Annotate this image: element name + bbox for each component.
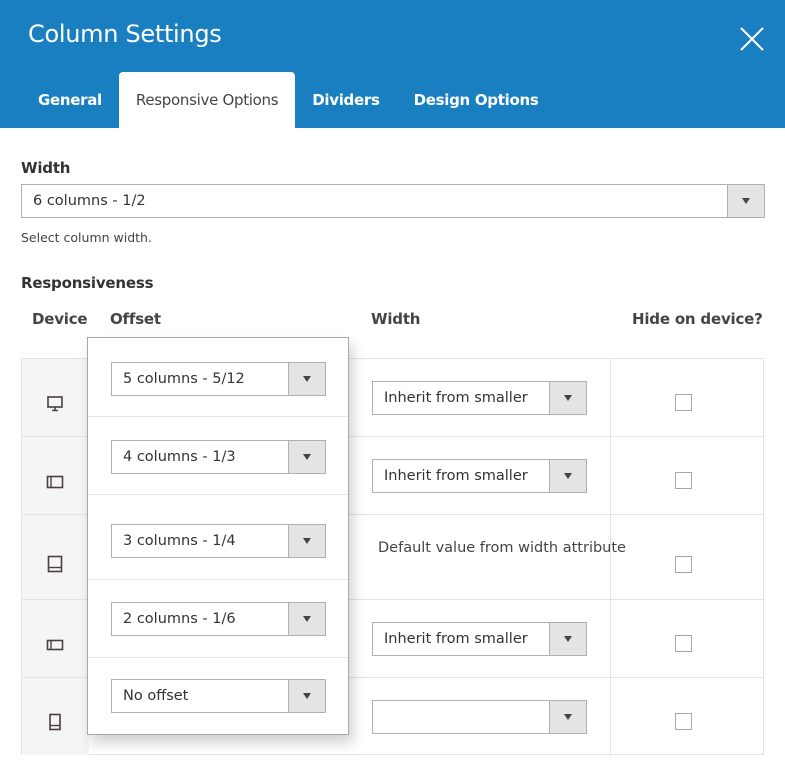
close-button[interactable] <box>737 24 767 54</box>
device-cell <box>22 600 89 677</box>
width-select-mobile-portrait[interactable] <box>372 700 587 734</box>
chevron-down-icon <box>288 680 325 712</box>
width-help-text: Select column width. <box>21 230 152 245</box>
responsiveness-label: Responsiveness <box>21 274 154 292</box>
offset-select-value: 2 columns - 1/6 <box>123 611 236 627</box>
close-icon <box>740 27 764 51</box>
offset-select-tablet-portrait[interactable]: 3 columns - 1/4 <box>111 524 326 558</box>
column-header-hide: Hide on device? <box>632 310 763 328</box>
tab-bar: General Responsive Options Dividers Desi… <box>21 72 555 128</box>
offset-select-mobile-portrait[interactable]: No offset <box>111 679 326 713</box>
hide-cell <box>610 678 763 755</box>
offset-select-value: 5 columns - 5/12 <box>123 371 245 387</box>
hide-checkbox-desktop[interactable] <box>675 394 692 411</box>
dialog-header: Column Settings General Responsive Optio… <box>0 0 785 128</box>
hide-cell <box>610 600 763 677</box>
chevron-down-icon <box>288 525 325 557</box>
offset-row: No offset <box>88 658 348 734</box>
chevron-down-icon <box>288 441 325 473</box>
chevron-down-icon <box>288 603 325 635</box>
tab-responsive-options[interactable]: Responsive Options <box>118 72 296 128</box>
device-cell <box>22 678 89 755</box>
hide-checkbox-tablet-portrait[interactable] <box>675 556 692 573</box>
chevron-down-icon <box>549 460 586 492</box>
width-select-mobile-landscape[interactable]: Inherit from smaller <box>372 622 587 656</box>
dialog-title: Column Settings <box>28 20 222 48</box>
chevron-down-icon <box>549 623 586 655</box>
hide-cell <box>610 515 763 599</box>
mobile-portrait-icon <box>49 713 61 731</box>
tab-design-options[interactable]: Design Options <box>397 72 556 128</box>
offset-select-tablet-landscape[interactable]: 4 columns - 1/3 <box>111 440 326 474</box>
width-select-tablet-landscape[interactable]: Inherit from smaller <box>372 459 587 493</box>
hide-checkbox-tablet-landscape[interactable] <box>675 472 692 489</box>
device-cell <box>22 515 89 599</box>
offset-row: 3 columns - 1/4 <box>88 495 348 580</box>
width-select-desktop[interactable]: Inherit from smaller <box>372 381 587 415</box>
width-select-value: 6 columns - 1/2 <box>33 193 146 209</box>
width-select-value: Inherit from smaller <box>384 390 528 406</box>
offset-select-value: 4 columns - 1/3 <box>123 449 236 465</box>
width-select-value: Inherit from smaller <box>384 631 528 647</box>
offset-select-mobile-landscape[interactable]: 2 columns - 1/6 <box>111 602 326 636</box>
offset-column-panel: 5 columns - 5/12 4 columns - 1/3 3 colum… <box>87 337 349 735</box>
chevron-down-icon <box>727 185 764 217</box>
offset-select-desktop[interactable]: 5 columns - 5/12 <box>111 362 326 396</box>
column-header-width: Width <box>371 310 421 328</box>
hide-cell <box>610 359 763 436</box>
tablet-landscape-icon <box>46 475 64 489</box>
tab-general[interactable]: General <box>21 72 119 128</box>
offset-select-value: 3 columns - 1/4 <box>123 533 236 549</box>
device-cell <box>22 359 89 436</box>
width-select-value: Inherit from smaller <box>384 468 528 484</box>
mobile-landscape-icon <box>46 639 64 651</box>
device-cell <box>22 437 89 514</box>
offset-select-value: No offset <box>123 688 189 704</box>
width-default-note: Default value from width attribute <box>378 540 626 556</box>
desktop-icon <box>47 396 63 412</box>
chevron-down-icon <box>288 363 325 395</box>
width-label: Width <box>21 159 71 177</box>
offset-row: 4 columns - 1/3 <box>88 417 348 495</box>
hide-cell <box>610 437 763 514</box>
hide-checkbox-mobile-portrait[interactable] <box>675 713 692 730</box>
tablet-portrait-icon <box>47 555 63 573</box>
column-header-device: Device <box>32 310 88 328</box>
width-select[interactable]: 6 columns - 1/2 <box>21 184 765 218</box>
chevron-down-icon <box>549 382 586 414</box>
hide-checkbox-mobile-landscape[interactable] <box>675 635 692 652</box>
offset-row: 5 columns - 5/12 <box>88 338 348 417</box>
chevron-down-icon <box>549 701 586 733</box>
column-header-offset: Offset <box>110 310 161 328</box>
tab-dividers[interactable]: Dividers <box>295 72 396 128</box>
offset-row: 2 columns - 1/6 <box>88 580 348 658</box>
